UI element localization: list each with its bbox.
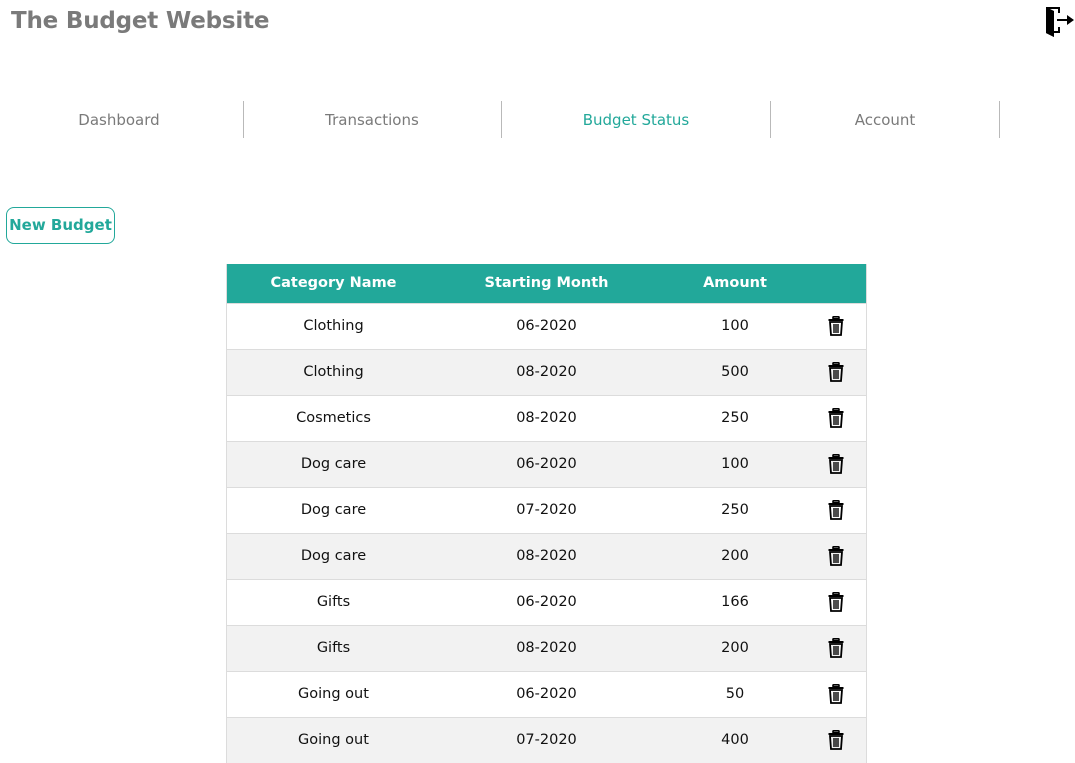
- table-row: Cosmetics 08-2020 250: [227, 395, 866, 441]
- cell-starting-month: 06-2020: [516, 318, 577, 334]
- table-row: Dog care 08-2020 200: [227, 533, 866, 579]
- cell-starting-month: 08-2020: [516, 410, 577, 426]
- cell-starting-month: 07-2020: [516, 502, 577, 518]
- header: The Budget Website: [0, 0, 1075, 50]
- budget-table: Category Name Starting Month Amount Clot…: [226, 264, 867, 763]
- cell-delete: [817, 349, 866, 395]
- cell-amount: 250: [721, 410, 749, 426]
- cell-category: Clothing: [303, 318, 364, 334]
- column-header-category: Category Name: [270, 275, 397, 292]
- logout-door-icon: [1046, 7, 1074, 37]
- trash-icon[interactable]: [828, 730, 844, 751]
- nav-tab-budget-status[interactable]: Budget Status: [502, 101, 770, 139]
- site-title: The Budget Website: [11, 8, 270, 34]
- cell-delete: [817, 303, 866, 349]
- cell-category: Going out: [298, 686, 369, 702]
- nav-tab-account[interactable]: Account: [771, 101, 999, 139]
- main-nav: Dashboard Transactions Budget Status Acc…: [0, 101, 1075, 139]
- cell-amount: 166: [721, 594, 749, 610]
- table-row: Clothing 08-2020 500: [227, 349, 866, 395]
- cell-category: Dog care: [300, 548, 367, 564]
- cell-delete: [817, 441, 866, 487]
- cell-amount: 400: [721, 732, 749, 749]
- cell-starting-month: 06-2020: [516, 456, 577, 472]
- new-budget-button[interactable]: New Budget: [6, 207, 115, 244]
- cell-starting-month: 08-2020: [516, 364, 577, 380]
- cell-category: Going out: [298, 732, 369, 749]
- table-row: Going out 06-2020 50: [227, 671, 866, 717]
- cell-delete: [817, 487, 866, 533]
- cell-amount: 250: [721, 502, 749, 518]
- cell-delete: [817, 625, 866, 671]
- cell-delete: [817, 579, 866, 625]
- cell-category: Gifts: [316, 640, 351, 656]
- table-row: Gifts 08-2020 200: [227, 625, 866, 671]
- cell-category: Cosmetics: [296, 410, 371, 426]
- column-header-month: Starting Month: [484, 275, 609, 292]
- trash-icon[interactable]: [828, 408, 844, 428]
- cell-delete: [817, 671, 866, 717]
- cell-delete: [817, 395, 866, 441]
- nav-divider: [999, 101, 1000, 138]
- cell-delete: [817, 533, 866, 579]
- nav-tab-transactions[interactable]: Transactions: [244, 101, 500, 139]
- trash-icon[interactable]: [828, 546, 844, 566]
- cell-starting-month: 07-2020: [516, 732, 577, 749]
- table-header-row: Category Name Starting Month Amount: [227, 264, 866, 303]
- table-body: Clothing 06-2020 100 Clothing 08-2020 500 Cosm…: [227, 303, 866, 763]
- cell-category: Clothing: [303, 364, 364, 380]
- column-header-amount: Amount: [703, 275, 767, 292]
- cell-starting-month: 06-2020: [516, 594, 577, 610]
- cell-amount: 200: [721, 640, 749, 656]
- cell-amount: 500: [721, 364, 749, 380]
- table-row: Gifts 06-2020 166: [227, 579, 866, 625]
- column-header-actions: [817, 264, 866, 303]
- logout-button[interactable]: [1045, 5, 1075, 39]
- cell-starting-month: 08-2020: [516, 548, 577, 564]
- cell-category: Dog care: [300, 456, 367, 472]
- cell-amount: 200: [721, 548, 749, 564]
- trash-icon[interactable]: [828, 684, 844, 704]
- trash-icon[interactable]: [828, 592, 844, 612]
- trash-icon[interactable]: [828, 638, 844, 658]
- table-row: Dog care 06-2020 100: [227, 441, 866, 487]
- trash-icon[interactable]: [828, 316, 844, 336]
- cell-category: Gifts: [316, 594, 351, 610]
- cell-starting-month: 06-2020: [516, 686, 577, 702]
- trash-icon[interactable]: [828, 454, 844, 474]
- trash-icon[interactable]: [828, 362, 844, 382]
- cell-delete: [817, 717, 866, 763]
- table-row: Dog care 07-2020 250: [227, 487, 866, 533]
- cell-starting-month: 08-2020: [516, 640, 577, 656]
- cell-amount: 50: [725, 686, 745, 702]
- cell-category: Dog care: [300, 502, 367, 518]
- nav-tab-dashboard[interactable]: Dashboard: [0, 101, 238, 139]
- table-row: Going out 07-2020 400: [227, 717, 866, 763]
- cell-amount: 100: [721, 318, 749, 334]
- cell-amount: 100: [721, 456, 749, 472]
- trash-icon[interactable]: [828, 500, 844, 520]
- table-row: Clothing 06-2020 100: [227, 303, 866, 349]
